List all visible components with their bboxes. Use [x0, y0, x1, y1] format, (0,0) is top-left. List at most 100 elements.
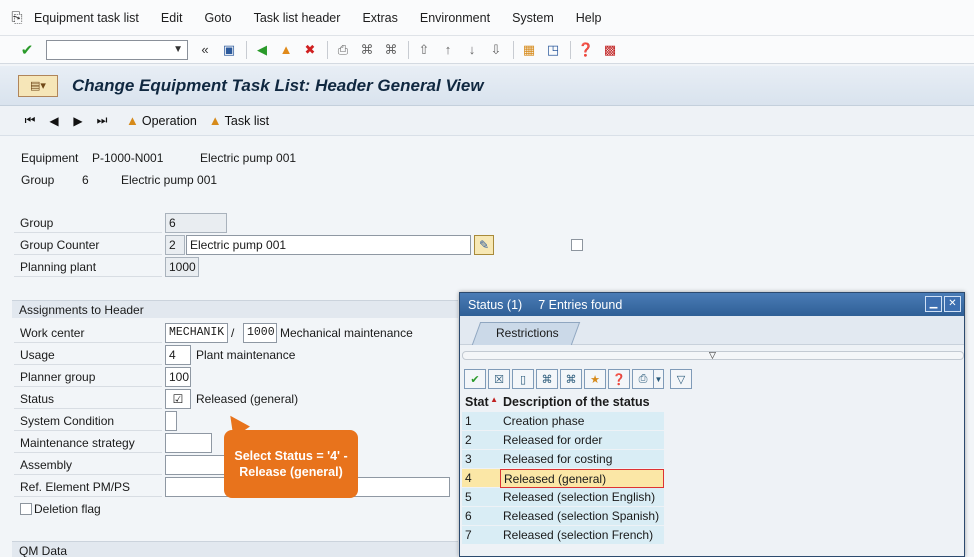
first-page-icon[interactable]: ⇧: [413, 40, 435, 60]
instruction-callout: Select Status = '4' - Release (general): [224, 430, 358, 498]
menu-goto[interactable]: Goto: [204, 11, 231, 25]
work-center-label: Work center: [14, 323, 162, 343]
grid-header-row: Stat ▲ Description of the status: [462, 393, 664, 412]
status-description-cell[interactable]: Released (selection Spanish): [500, 507, 664, 526]
table-row[interactable]: 3 Released for costing: [462, 450, 664, 469]
find-next-icon[interactable]: ⌘: [560, 369, 582, 389]
first-record-icon[interactable]: ⏮: [18, 113, 42, 128]
cancel-icon[interactable]: ✖: [299, 40, 321, 60]
status-code-cell[interactable]: 3: [462, 450, 500, 469]
minimize-icon[interactable]: ▁: [925, 296, 942, 312]
status-code-cell[interactable]: 4: [462, 469, 500, 488]
checkbox-checked-icon: ☑: [172, 392, 184, 406]
status-description-cell[interactable]: Released (selection English): [500, 488, 664, 507]
menu-task-list-header[interactable]: Task list header: [254, 11, 341, 25]
print-icon[interactable]: ⎙: [332, 40, 354, 60]
find-icon[interactable]: ⌘: [356, 40, 378, 60]
status-label: Status: [14, 389, 162, 409]
continue-check-icon[interactable]: ✔: [464, 369, 486, 389]
group-counter-description-field[interactable]: Electric pump 001: [186, 235, 471, 255]
status-result-grid: Stat ▲ Description of the status 1 Creat…: [462, 393, 664, 545]
menu-exit-icon[interactable]: ⎘: [0, 9, 34, 26]
status-description-cell[interactable]: Released for costing: [500, 450, 664, 469]
favorites-icon[interactable]: ★: [584, 369, 606, 389]
last-record-icon[interactable]: ⏭: [90, 113, 114, 128]
command-field[interactable]: ▼: [46, 39, 188, 60]
back-icon[interactable]: ◀: [251, 40, 273, 60]
exit-icon[interactable]: ▲: [275, 40, 297, 60]
menu-system[interactable]: System: [512, 11, 554, 25]
menu-extras[interactable]: Extras: [362, 11, 397, 25]
column-header-stat[interactable]: Stat ▲: [462, 393, 500, 412]
toolbar-divider: [513, 40, 514, 59]
last-page-icon[interactable]: ⇩: [485, 40, 507, 60]
help-icon[interactable]: ❓: [575, 40, 597, 60]
status-code-cell[interactable]: 1: [462, 412, 500, 431]
standard-toolbar: ✔ ▼ « ▣ ◀ ▲ ✖ ⎙ ⌘ ⌘ ⇧ ↑ ↓ ⇩ ▦ ◳ ❓ ▩: [0, 36, 974, 64]
cancel-box-icon[interactable]: ☒: [488, 369, 510, 389]
maintenance-strategy-field[interactable]: [165, 433, 212, 453]
print-dropdown-icon[interactable]: ▼: [654, 369, 664, 389]
operation-button[interactable]: ▲ Operation: [126, 113, 197, 128]
work-center-plant-field[interactable]: 1000: [243, 323, 277, 343]
restrictions-expander[interactable]: ▽: [462, 350, 964, 361]
assembly-field[interactable]: [165, 455, 227, 475]
previous-page-icon[interactable]: ↑: [437, 40, 459, 60]
status-code-cell[interactable]: 5: [462, 488, 500, 507]
menu-equipment-task-list[interactable]: Equipment task list: [34, 11, 139, 25]
dialog-toolbar: ✔ ☒ ▯ ⌘ ⌘ ★ ❓ ⎙ ▼ ▽: [462, 368, 692, 390]
group-label: Group: [14, 213, 162, 233]
screen-menu-icon[interactable]: ▤▾: [18, 74, 58, 97]
find-icon[interactable]: ⌘: [536, 369, 558, 389]
close-icon[interactable]: ✕: [944, 296, 961, 312]
deletion-flag-checkbox[interactable]: [20, 503, 32, 515]
next-page-icon[interactable]: ↓: [461, 40, 483, 60]
table-row-selected[interactable]: 4 Released (general): [462, 469, 664, 488]
table-row[interactable]: 5 Released (selection English): [462, 488, 664, 507]
planner-group-field[interactable]: 100: [165, 367, 191, 387]
find-next-icon[interactable]: ⌘: [380, 40, 402, 60]
print-icon[interactable]: ⎙: [632, 369, 654, 389]
filter-icon[interactable]: ▽: [670, 369, 692, 389]
usage-label: Usage: [14, 345, 162, 365]
task-list-button[interactable]: ▲ Task list: [209, 113, 269, 128]
menu-help[interactable]: Help: [576, 11, 602, 25]
status-description-cell[interactable]: Released for order: [500, 431, 664, 450]
status-code-cell[interactable]: 2: [462, 431, 500, 450]
status-code-cell[interactable]: 7: [462, 526, 500, 545]
status-description-cell[interactable]: Released (selection French): [500, 526, 664, 545]
usage-field[interactable]: 4: [165, 345, 191, 365]
enter-check-icon[interactable]: ✔: [16, 40, 38, 60]
work-center-field[interactable]: MECHANIK: [165, 323, 228, 343]
status-code-cell[interactable]: 6: [462, 507, 500, 526]
customize-layout-icon[interactable]: ▩: [599, 40, 621, 60]
command-dropdown-icon[interactable]: ▼: [173, 44, 183, 55]
next-record-icon[interactable]: ▶: [66, 114, 90, 128]
shortcut-icon[interactable]: ◳: [542, 40, 564, 60]
info-icon[interactable]: ❓: [608, 369, 630, 389]
new-session-icon[interactable]: ▦: [518, 40, 540, 60]
assignments-section-header: Assignments to Header: [12, 300, 458, 318]
status-description-cell[interactable]: Creation phase: [500, 412, 664, 431]
previous-record-icon[interactable]: ◀: [42, 114, 66, 128]
status-description-cell[interactable]: Released (general): [500, 469, 664, 488]
status-field[interactable]: ☑: [165, 389, 191, 409]
ref-element-label: Ref. Element PM/PS: [14, 477, 162, 497]
table-row[interactable]: 1 Creation phase: [462, 412, 664, 431]
table-row[interactable]: 2 Released for order: [462, 431, 664, 450]
collapse-icon[interactable]: «: [194, 40, 216, 60]
header-checkbox[interactable]: [571, 239, 583, 251]
system-condition-field[interactable]: [165, 411, 177, 431]
menu-environment[interactable]: Environment: [420, 11, 490, 25]
tab-restrictions[interactable]: Restrictions: [496, 326, 559, 340]
table-row[interactable]: 7 Released (selection French): [462, 526, 664, 545]
column-header-description[interactable]: Description of the status: [500, 393, 664, 412]
expand-arrow-icon[interactable]: ▽: [709, 350, 716, 361]
save-icon[interactable]: ▣: [218, 40, 240, 60]
group-info-id: 6: [82, 173, 89, 187]
table-row[interactable]: 6 Released (selection Spanish): [462, 507, 664, 526]
menu-edit[interactable]: Edit: [161, 11, 183, 25]
dialog-title-bar: Status (1) 7 Entries found ▁ ✕: [460, 293, 964, 316]
long-text-edit-icon[interactable]: ✎: [474, 235, 494, 255]
new-document-icon[interactable]: ▯: [512, 369, 534, 389]
